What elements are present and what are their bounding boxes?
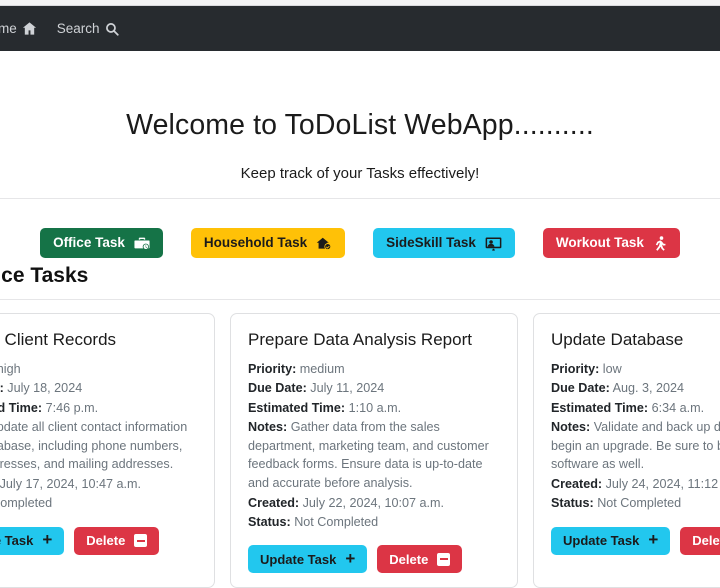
section-heading: Office Tasks [0, 264, 88, 288]
task-status: Status: Not Completed [551, 494, 720, 512]
status-label: Status: [248, 515, 291, 529]
delete-task-button[interactable]: Delete [74, 527, 159, 555]
page-subtitle: Keep track of your Tasks effectively! [0, 142, 720, 182]
nav-link-home[interactable]: me [0, 17, 47, 40]
task-notes: Notes: Update all client contact informa… [0, 418, 197, 474]
page-title: Welcome to ToDoList WebApp.......... [0, 51, 720, 142]
due-date-label: Due Date: [0, 381, 4, 395]
estimated-time-label: Estimated Time: [248, 401, 345, 415]
update-task-label: Update Task [260, 553, 336, 566]
due-date-label: Due Date: [248, 381, 307, 395]
task-estimated-time: Estimated Time: 1:10 a.m. [248, 399, 500, 417]
office-task-label: Office Task [53, 236, 125, 250]
task-card-list: Update Client Records Priority: high Due… [0, 313, 720, 588]
house-check-icon [316, 236, 332, 251]
status-label: Status: [551, 496, 594, 510]
update-task-button[interactable]: Update Task + [248, 545, 367, 573]
task-created: Created: July 24, 2024, 11:12 a.m. [551, 475, 720, 493]
status-value: Not Completed [294, 515, 378, 529]
nav-link-search[interactable]: Search [47, 17, 129, 40]
task-actions: Update Task + Delete [551, 527, 720, 555]
due-date-label: Due Date: [551, 381, 610, 395]
task-actions: Update Task + Delete [248, 545, 500, 573]
search-icon [105, 22, 119, 36]
navbar-links: me Search [0, 17, 129, 40]
delete-task-button[interactable]: Delete [680, 527, 720, 555]
status-value: Completed [0, 496, 52, 510]
office-task-button[interactable]: Office Task [40, 228, 163, 258]
task-priority: Priority: medium [248, 360, 500, 378]
due-date-value: July 18, 2024 [7, 381, 82, 395]
task-created: Created: July 17, 2024, 10:47 a.m. [0, 475, 197, 493]
priority-value: low [603, 362, 622, 376]
home-icon [22, 21, 37, 36]
task-due-date: Due Date: Aug. 3, 2024 [551, 379, 720, 397]
delete-task-label: Delete [389, 553, 428, 566]
priority-value: medium [300, 362, 345, 376]
hero-section: Welcome to ToDoList WebApp.......... Kee… [0, 51, 720, 199]
status-value: Not Completed [597, 496, 681, 510]
delete-task-button[interactable]: Delete [377, 545, 462, 573]
nav-search-label: Search [57, 21, 100, 36]
task-priority: Priority: low [551, 360, 720, 378]
household-task-button[interactable]: Household Task [191, 228, 345, 258]
task-estimated-time: Estimated Time: 6:34 a.m. [551, 399, 720, 417]
task-estimated-time: Estimated Time: 7:46 p.m. [0, 399, 197, 417]
task-title: Prepare Data Analysis Report [248, 330, 500, 350]
running-person-icon [653, 236, 667, 251]
notes-label: Notes: [551, 420, 590, 434]
task-status: Status: Completed [0, 494, 197, 512]
priority-label: Priority: [551, 362, 599, 376]
update-task-label: Update Task [563, 534, 639, 547]
plus-icon: + [345, 550, 355, 567]
estimated-time-value: 1:10 a.m. [349, 401, 402, 415]
created-value: July 22, 2024, 10:07 a.m. [303, 496, 444, 510]
task-due-date: Due Date: July 11, 2024 [248, 379, 500, 397]
update-task-label: Update Task [0, 534, 33, 547]
priority-label: Priority: [248, 362, 296, 376]
task-actions: Update Task + Delete [0, 527, 197, 555]
task-card: Update Database Priority: low Due Date: … [533, 313, 720, 588]
workout-task-label: Workout Task [556, 236, 644, 250]
section-divider [0, 299, 720, 300]
briefcase-clock-icon [134, 236, 150, 251]
task-title: Update Database [551, 330, 720, 350]
category-button-row: Office Task Household Task SideSkill Tas… [0, 228, 720, 258]
minus-icon [134, 534, 147, 547]
sideskill-task-button[interactable]: SideSkill Task [373, 228, 515, 258]
workout-task-button[interactable]: Workout Task [543, 228, 680, 258]
task-card: Update Client Records Priority: high Due… [0, 313, 215, 588]
task-notes: Notes: Gather data from the sales depart… [248, 418, 500, 493]
task-title: Update Client Records [0, 330, 197, 350]
task-due-date: Due Date: July 18, 2024 [0, 379, 197, 397]
due-date-value: July 11, 2024 [310, 381, 384, 395]
main-navbar: me Search [0, 6, 720, 51]
sideskill-task-label: SideSkill Task [386, 236, 476, 250]
created-label: Created: [248, 496, 299, 510]
estimated-time-value: 7:46 p.m. [46, 401, 99, 415]
presentation-user-icon [485, 236, 502, 251]
created-value: July 24, 2024, 11:12 a.m. [606, 477, 720, 491]
estimated-time-label: Estimated Time: [551, 401, 648, 415]
created-label: Created: [551, 477, 602, 491]
update-task-button[interactable]: Update Task + [551, 527, 670, 555]
estimated-time-value: 6:34 a.m. [652, 401, 705, 415]
estimated-time-label: Estimated Time: [0, 401, 42, 415]
task-status: Status: Not Completed [248, 513, 500, 531]
notes-value: Update all client contact information in… [0, 420, 187, 471]
task-card: Prepare Data Analysis Report Priority: m… [230, 313, 518, 588]
task-created: Created: July 22, 2024, 10:07 a.m. [248, 494, 500, 512]
nav-home-label: me [0, 21, 17, 36]
notes-label: Notes: [248, 420, 287, 434]
delete-task-label: Delete [86, 534, 125, 547]
created-value: July 17, 2024, 10:47 a.m. [0, 477, 141, 491]
minus-icon [437, 553, 450, 566]
household-task-label: Household Task [204, 236, 307, 250]
priority-value: high [0, 362, 21, 376]
due-date-value: Aug. 3, 2024 [613, 381, 684, 395]
update-task-button[interactable]: Update Task + [0, 527, 64, 555]
delete-task-label: Delete [692, 534, 720, 547]
task-notes: Notes: Validate and back up data before … [551, 418, 720, 474]
task-priority: Priority: high [0, 360, 197, 378]
